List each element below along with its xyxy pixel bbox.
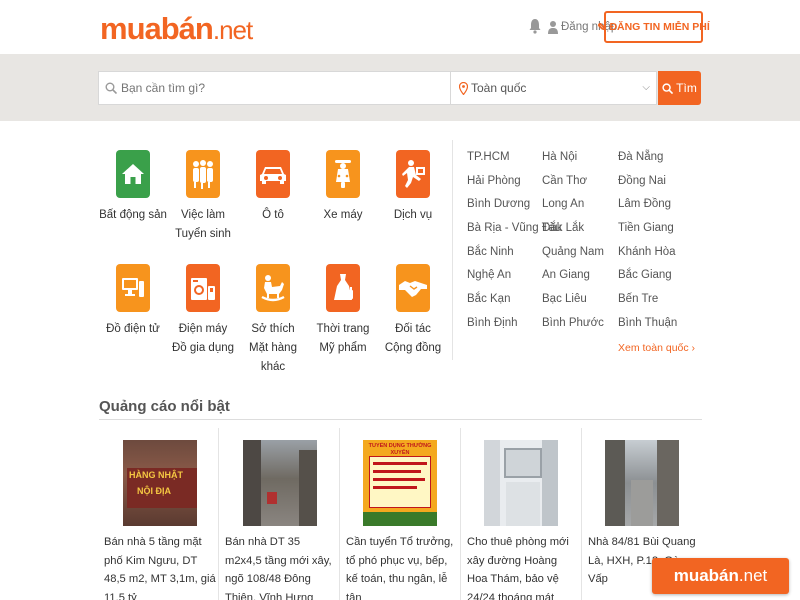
category-label: Ô tô: [262, 209, 284, 221]
people-icon: [186, 150, 220, 198]
category-appliances[interactable]: Điện máy Đồ gia dụng: [167, 264, 239, 358]
category-label: Điện máy: [178, 323, 228, 335]
divider: [452, 140, 453, 360]
category-sublabel: Tuyển sinh: [175, 228, 231, 240]
category-electronics[interactable]: Đồ điện tử: [97, 264, 169, 339]
category-label: Đồ điện tử: [106, 323, 160, 335]
city-link[interactable]: Bạc Liêu: [542, 288, 604, 312]
city-link[interactable]: Đắk Lắk: [542, 217, 604, 241]
search-button[interactable]: Tìm: [658, 71, 701, 105]
category-sublabel: Mặt hàng khác: [249, 342, 297, 373]
city-column: Hà Nội Cần Thơ Long An Đắk Lắk Quảng Nam…: [542, 146, 604, 336]
category-label: Đối tác: [395, 323, 431, 335]
listing-thumbnail: [484, 440, 558, 526]
category-label: Xe máy: [323, 209, 363, 221]
logo-suffix-text: .net: [212, 15, 253, 45]
category-label: Thời trang: [316, 323, 370, 335]
badge-main-text: muabán: [673, 566, 739, 585]
search-icon: [662, 82, 674, 94]
washing-machine-icon: [186, 264, 220, 312]
search-icon: [105, 82, 117, 94]
city-link[interactable]: Khánh Hòa: [618, 241, 677, 265]
category-label: Dịch vụ: [393, 209, 433, 221]
listing-thumbnail: [243, 440, 317, 526]
city-link[interactable]: Lâm Đồng: [618, 193, 677, 217]
featured-card[interactable]: Bán nhà DT 35 m2x4,5 tầng mới xây, ngõ 1…: [220, 428, 340, 600]
handshake-icon: [396, 264, 430, 312]
listing-thumbnail: TUYỂN DỤNG THƯỜNG XUYÊN: [363, 440, 437, 526]
brand-badge: muabán .net: [652, 558, 789, 594]
badge-suffix-text: .net: [738, 566, 768, 585]
city-link[interactable]: Bình Phước: [542, 312, 604, 336]
category-motorbikes[interactable]: Xe máy: [307, 150, 379, 225]
post-button-label: ĐĂNG TIN MIỄN PHÍ: [609, 21, 710, 33]
chevron-down-icon: ⌵: [642, 82, 650, 93]
featured-card[interactable]: TUYỂN DỤNG THƯỜNG XUYÊN Cần tuyển Tổ trư…: [341, 428, 461, 600]
city-link[interactable]: Long An: [542, 193, 604, 217]
listing-title: Cho thuê phòng mới xây đường Hoàng Hoa T…: [467, 536, 569, 600]
sign-text: HÀNG NHẬT: [129, 470, 183, 480]
category-services[interactable]: Dịch vụ: [377, 150, 449, 225]
city-link[interactable]: Hà Nội: [542, 146, 604, 170]
category-jobs[interactable]: Việc làm Tuyển sinh: [167, 150, 239, 244]
listing-thumbnail: HÀNG NHẬT NỘI ĐỊA: [123, 440, 197, 526]
category-real-estate[interactable]: Bất động sản: [97, 150, 169, 225]
city-link[interactable]: Bến Tre: [618, 288, 677, 312]
location-select[interactable]: Toàn quốc ⌵: [450, 71, 657, 105]
category-label: Sở thích: [251, 323, 295, 335]
category-cars[interactable]: Ô tô: [237, 150, 309, 225]
poster-title: TUYỂN DỤNG THƯỜNG XUYÊN: [368, 443, 432, 456]
listing-title: Cần tuyển Tổ trưởng, tổ phó phục vụ, bếp…: [346, 536, 454, 600]
rocking-horse-icon: [256, 264, 290, 312]
city-column: Đà Nẵng Đồng Nai Lâm Đồng Tiền Giang Khá…: [618, 146, 677, 336]
search-box[interactable]: [98, 71, 450, 105]
city-link[interactable]: Quảng Nam: [542, 241, 604, 265]
city-link[interactable]: Đồng Nai: [618, 170, 677, 194]
site-logo[interactable]: muabán.net: [100, 11, 253, 47]
category-sublabel: Mỹ phẩm: [319, 342, 367, 354]
dress-icon: [326, 264, 360, 312]
car-icon: [256, 150, 290, 198]
city-link[interactable]: Tiền Giang: [618, 217, 677, 241]
see-all-locations-link[interactable]: Xem toàn quốc ›: [618, 342, 695, 354]
category-label: Bất động sản: [99, 209, 167, 221]
search-button-label: Tìm: [676, 81, 697, 95]
logo-main-text: muabán: [100, 11, 214, 46]
category-sublabel: Đồ gia dụng: [171, 342, 235, 354]
location-value: Toàn quốc: [471, 81, 527, 95]
city-link[interactable]: Đà Nẵng: [618, 146, 677, 170]
featured-card[interactable]: Cho thuê phòng mới xây đường Hoàng Hoa T…: [462, 428, 582, 600]
category-fashion[interactable]: Thời trang Mỹ phẩm: [307, 264, 379, 358]
city-link[interactable]: An Giang: [542, 264, 604, 288]
delivery-man-icon: [396, 150, 430, 198]
city-link[interactable]: Bắc Giang: [618, 264, 677, 288]
map-pin-icon: [459, 81, 468, 95]
listing-thumbnail: [605, 440, 679, 526]
sign-text: NỘI ĐỊA: [137, 486, 172, 496]
house-icon: [116, 150, 150, 198]
scooter-icon: [326, 150, 360, 198]
bell-icon[interactable]: [529, 18, 541, 34]
category-label: Việc làm: [181, 209, 225, 221]
category-sublabel: Cộng đồng: [384, 342, 442, 354]
city-link[interactable]: Cần Thơ: [542, 170, 604, 194]
featured-section-title: Quảng cáo nổi bật: [99, 398, 230, 415]
post-free-ad-button[interactable]: ✎ ĐĂNG TIN MIỄN PHÍ: [597, 11, 710, 43]
search-input[interactable]: [121, 81, 441, 95]
user-icon: [548, 21, 558, 34]
listing-title: Bán nhà 5 tầng mặt phố Kim Ngưu, DT 48,5…: [104, 536, 216, 600]
category-hobbies[interactable]: Sở thích Mặt hàng khác: [237, 264, 309, 377]
category-partners[interactable]: Đối tác Cộng đồng: [377, 264, 449, 358]
listing-title: Bán nhà DT 35 m2x4,5 tầng mới xây, ngõ 1…: [225, 536, 332, 600]
computer-icon: [116, 264, 150, 312]
city-link[interactable]: Bình Thuận: [618, 312, 677, 336]
pencil-icon: ✎: [597, 21, 607, 34]
divider: [99, 419, 702, 420]
featured-card[interactable]: HÀNG NHẬT NỘI ĐỊA Bán nhà 5 tầng mặt phố…: [99, 428, 219, 600]
